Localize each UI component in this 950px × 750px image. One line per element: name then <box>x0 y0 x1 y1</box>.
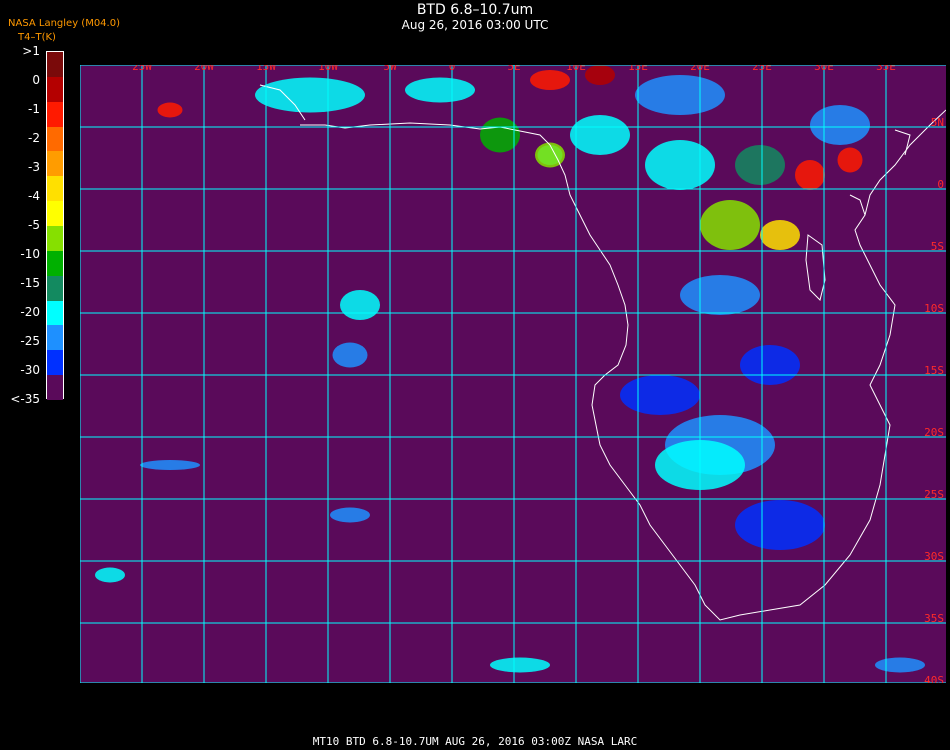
satellite-map: 25W 20W 15W 10W 5W 0 5E 10E 15E 20E 25E 30E 35E 5N 0 5… <box>80 65 946 683</box>
cloud-blob <box>810 105 870 145</box>
legend-label: -5 <box>28 218 40 232</box>
cloud-blob <box>735 500 825 550</box>
legend-swatch <box>47 151 63 177</box>
legend-label: -2 <box>28 131 40 145</box>
cloud-blob <box>95 567 125 583</box>
cloud-blob <box>837 147 863 173</box>
cloud-blob <box>330 507 370 523</box>
cloud-blob <box>255 77 365 113</box>
legend-swatch <box>47 52 63 78</box>
latitude-label: 5N <box>931 116 944 129</box>
cloud-blob <box>700 200 760 250</box>
longitude-label: 10E <box>566 65 586 73</box>
longitude-label: 5W <box>383 65 397 73</box>
legend-label: -25 <box>20 334 40 348</box>
legend-label: -20 <box>20 305 40 319</box>
legend-label: >1 <box>22 44 40 58</box>
legend-label: <-35 <box>10 392 40 406</box>
legend-swatch <box>47 300 63 326</box>
legend-label: -30 <box>20 363 40 377</box>
cloud-blob <box>140 460 200 470</box>
map-title: BTD 6.8–10.7um <box>416 2 534 18</box>
longitude-label: 5E <box>507 65 520 73</box>
cloud-blob <box>157 102 183 118</box>
cloud-blob <box>680 275 760 315</box>
longitude-label: 35E <box>876 65 896 73</box>
longitude-label: 15E <box>628 65 648 73</box>
cloud-blob <box>635 75 725 115</box>
longitude-label: 20W <box>194 65 214 73</box>
cloud-blob <box>490 657 550 673</box>
legend-swatch <box>47 350 63 376</box>
legend-label: -1 <box>28 102 40 116</box>
legend-label: -10 <box>20 247 40 261</box>
cloud-blob <box>530 70 570 90</box>
map-background <box>80 65 946 683</box>
longitude-label: 0 <box>449 65 456 73</box>
legend-label: -4 <box>28 189 40 203</box>
legend-swatch <box>47 201 63 227</box>
cloud-blob <box>645 140 715 190</box>
cloud-blob <box>760 220 800 250</box>
latitude-label: 20S <box>924 426 944 439</box>
cloud-blob <box>620 375 700 415</box>
cloud-blob <box>875 657 925 673</box>
legend-swatch <box>47 275 63 302</box>
latitude-label: 10S <box>924 302 944 315</box>
latitude-label: 40S <box>924 674 944 683</box>
legend-swatch <box>47 76 63 103</box>
longitude-label: 30E <box>814 65 834 73</box>
cloud-blob <box>405 77 475 103</box>
legend-label: -3 <box>28 160 40 174</box>
data-source-label: NASA Langley (M04.0) <box>8 18 120 29</box>
latitude-label: 35S <box>924 612 944 625</box>
longitude-label: 20E <box>690 65 710 73</box>
legend-label: 0 <box>32 73 40 87</box>
cloud-blob <box>585 65 615 85</box>
latitude-label: 5S <box>931 240 944 253</box>
latitude-label: 30S <box>924 550 944 563</box>
latitude-label: 25S <box>924 488 944 501</box>
legend-swatch <box>47 325 63 351</box>
latitude-label: 15S <box>924 364 944 377</box>
cloud-blob <box>735 145 785 185</box>
cloud-blob <box>332 342 368 368</box>
color-legend-bar <box>46 51 64 401</box>
longitude-label: 10W <box>318 65 338 73</box>
footer-caption: MT10 BTD 6.8-10.7UM AUG 26, 2016 03:00Z … <box>312 735 638 748</box>
legend-swatch <box>47 250 63 277</box>
longitude-label: 25E <box>752 65 772 73</box>
legend-swatch <box>47 126 63 152</box>
cloud-blob <box>340 290 380 320</box>
legend-swatch <box>47 375 63 401</box>
legend-swatch <box>47 176 63 202</box>
longitude-label: 25W <box>132 65 152 73</box>
legend-label: -15 <box>20 276 40 290</box>
cloud-blob <box>740 345 800 385</box>
latitude-label: 0 <box>937 178 944 191</box>
cloud-blob <box>570 115 630 155</box>
unit-label: T4–T(K) <box>18 32 56 43</box>
cloud-blob <box>795 160 825 190</box>
longitude-label: 15W <box>256 65 276 73</box>
legend-swatch <box>47 226 63 252</box>
map-datetime: Aug 26, 2016 03:00 UTC <box>401 18 549 32</box>
cloud-blob <box>535 142 565 168</box>
legend-swatch <box>47 101 63 128</box>
